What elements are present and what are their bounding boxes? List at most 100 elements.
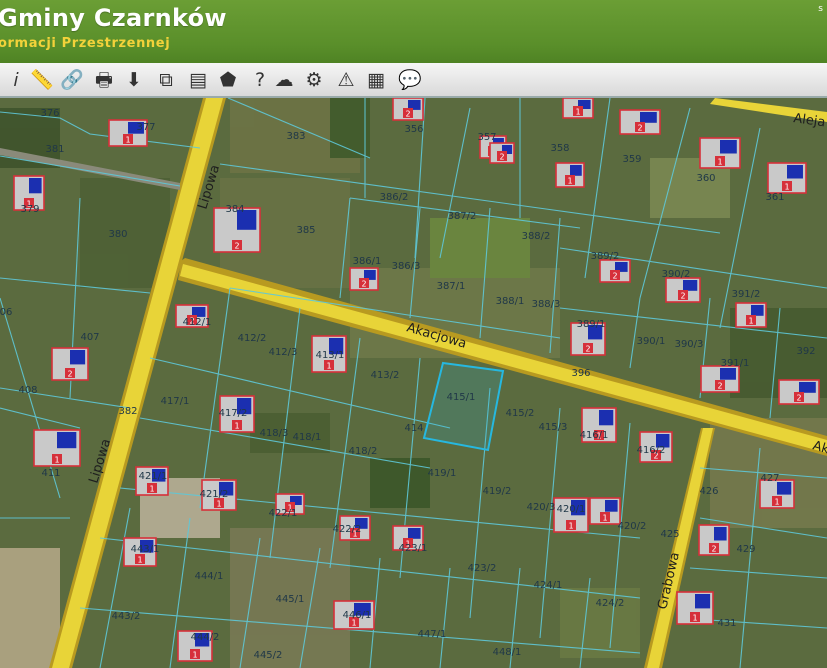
parcel-label[interactable]: 379 [20,204,39,215]
parcel-label[interactable]: 390/2 [662,269,691,280]
parcel-label[interactable]: 356 [404,124,423,135]
parcel-label[interactable]: 391/2 [732,289,761,300]
parcel-label[interactable]: 444/1 [195,571,224,582]
parcel-label[interactable]: 413/1 [316,350,345,361]
parcel-label[interactable]: 414 [404,423,423,434]
parcel-label[interactable]: 390/3 [675,339,704,350]
parcel-label[interactable]: 386/3 [392,261,421,272]
parcel-label[interactable]: 381 [45,144,64,155]
parcel-label[interactable]: 424/1 [534,580,563,591]
header-corner-text: s [818,4,823,14]
parcel-label[interactable]: 423/2 [468,563,497,574]
parcel-label[interactable]: 443/2 [112,611,141,622]
parcel-label[interactable]: 429 [736,544,755,555]
parcel-label[interactable]: 411 [41,468,60,479]
color-grid-icon[interactable]: ▦ [362,66,390,94]
parcel-label[interactable]: 413/2 [371,370,400,381]
parcel-label[interactable]: 415/2 [506,408,535,419]
parcel-label[interactable]: 412/3 [269,347,298,358]
parcel-label[interactable]: 391/1 [721,358,750,369]
parcel-label[interactable]: 359 [622,154,641,165]
comment-icon[interactable]: 💬 [396,66,424,94]
parcel-label[interactable]: 424/2 [596,598,625,609]
print-icon[interactable]: 🖶 [90,66,118,94]
parcel-label[interactable]: 06 [0,307,12,318]
layers-copy-icon[interactable]: ⧉ [152,66,180,94]
parcel-label[interactable]: 361 [765,192,784,203]
settings-icon[interactable]: ⚙ [300,66,328,94]
parcel-label[interactable]: 448/1 [493,647,522,658]
parcel-label[interactable]: 443/1 [131,544,160,555]
parcel-label[interactable]: 387/2 [448,211,477,222]
parcel-label[interactable]: 389/1 [577,319,606,330]
measure-icon[interactable]: 📏 [28,66,56,94]
parcel-label[interactable]: 382 [118,406,137,417]
download-icon[interactable]: ⬇ [120,66,148,94]
parcel-label[interactable]: 416/1 [580,430,609,441]
warning-icon[interactable]: ⚠ [332,66,360,94]
parcel-label[interactable]: 427 [760,473,779,484]
building-storeys-label: 1 [748,317,753,326]
building: 1 [759,479,795,509]
parcel-label[interactable]: 447/1 [418,629,447,640]
parcel-label[interactable]: 446/1 [343,610,372,621]
parcel-label[interactable]: 408 [18,385,37,396]
parcel-label[interactable]: 388/2 [522,231,551,242]
parcel-label[interactable]: 423/1 [399,543,428,554]
parcel-label[interactable]: 384 [225,204,244,215]
layout-icon[interactable]: ▤ [184,66,212,94]
parcel-label[interactable]: 390/1 [637,336,666,347]
parcel-label[interactable]: 388/1 [496,296,525,307]
parcel-label[interactable]: 420/2 [618,521,647,532]
parcel-label[interactable]: 385 [296,225,315,236]
parcel-label[interactable]: 421/1 [139,471,168,482]
parcel-label[interactable]: 407 [80,332,99,343]
parcel-label[interactable]: 415/1 [447,392,476,403]
parcel-label[interactable]: 412/1 [183,317,212,328]
parcel-label[interactable]: 445/2 [254,650,283,661]
parcel-label[interactable]: 422/2 [333,524,362,535]
parcel-label[interactable]: 358 [550,143,569,154]
parcel-label[interactable]: 420/1 [557,504,586,515]
parcel-label[interactable]: 417/2 [219,408,248,419]
parcel-label[interactable]: 360 [696,173,715,184]
map-view[interactable]: 12212111221222121222211211211111111111 L… [0,98,827,668]
parcel-label[interactable]: 431 [717,618,736,629]
link-icon[interactable]: 🔗 [58,66,86,94]
parcel-label[interactable]: 387/1 [437,281,466,292]
parcel-label[interactable]: 416/2 [637,445,666,456]
parcel-label[interactable]: 383 [286,131,305,142]
building: 1 [555,162,585,188]
map-canvas[interactable]: 12212111221222121222211211211111111111 L… [0,98,827,668]
info-icon[interactable]: 𝑖 [2,66,30,94]
parcel-label[interactable]: 386/2 [380,192,409,203]
parcel-label[interactable]: 421/2 [200,489,229,500]
parcel-label[interactable]: 388/3 [532,299,561,310]
app-title: Gminy Czarnków [0,4,227,32]
parcel-label[interactable]: 415/3 [539,422,568,433]
shape-icon[interactable]: ⬟ [214,66,242,94]
parcel-label[interactable]: 419/1 [428,468,457,479]
building-storeys-label: 1 [774,498,779,507]
parcel-label[interactable]: 418/3 [260,428,289,439]
parcel-label[interactable]: 417/1 [161,396,190,407]
parcel-label[interactable]: 396 [571,368,590,379]
parcel-label[interactable]: 419/2 [483,486,512,497]
cloud-icon[interactable]: ☁ [270,66,298,94]
parcel-label[interactable]: 376 [40,108,59,119]
parcel-label[interactable]: 418/2 [349,446,378,457]
parcel-label[interactable]: 386/1 [353,256,382,267]
parcel-label[interactable]: 357 [477,132,496,143]
parcel-label[interactable]: 412/2 [238,333,267,344]
parcel-label[interactable]: 422/1 [269,508,298,519]
parcel-label[interactable]: 425 [660,529,679,540]
parcel-label[interactable]: 380 [108,229,127,240]
parcel-label[interactable]: 418/1 [293,432,322,443]
parcel-label[interactable]: 389/2 [591,251,620,262]
parcel-label[interactable]: 377 [136,122,155,133]
parcel-label[interactable]: 444/2 [191,632,220,643]
parcel-label[interactable]: 420/3 [527,502,556,513]
parcel-label[interactable]: 445/1 [276,594,305,605]
parcel-label[interactable]: 426 [699,486,718,497]
parcel-label[interactable]: 392 [796,346,815,357]
